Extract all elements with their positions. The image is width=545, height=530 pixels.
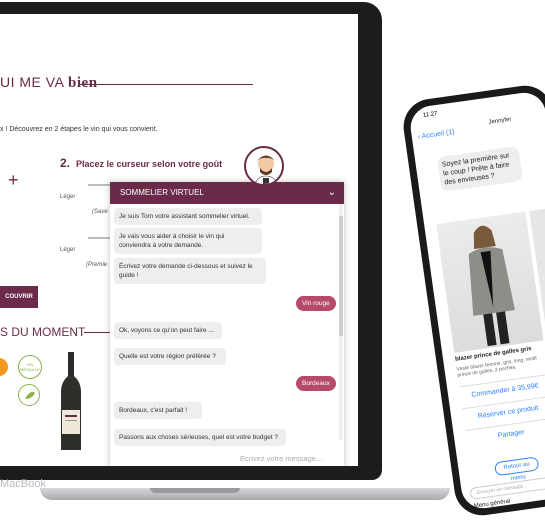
page-heading: UI ME VA bien [0, 74, 98, 91]
organic-badge-icon [18, 384, 40, 406]
chat-message-bot: Soyez la première sur le coup ! Prête à … [436, 145, 524, 193]
slider-2-label: Léger [60, 247, 76, 253]
chat-message-user: Bordeaux [296, 376, 336, 391]
product-image[interactable] [436, 211, 544, 353]
wine-bottle-image[interactable] [58, 352, 84, 452]
discover-button[interactable]: COUVRIR [0, 286, 38, 308]
sommelier-chat-widget: SOMMELIER VIRTUEL ⌄ Je suis Tom votre as… [110, 182, 344, 466]
phone-screen: 11:27 ‹ Accueil (1) Jennyfer Soyez la pr… [407, 90, 545, 512]
chat-message-bot: Écrivez votre demande ci-dessous et suiv… [114, 258, 266, 284]
chevron-down-icon[interactable]: ⌄ [328, 182, 336, 204]
laptop-screen: UI ME VA bien x ! Découvrez en 2 étapes … [0, 14, 358, 466]
contact-name: Jennyfer [488, 116, 512, 126]
intro-text: x ! Découvrez en 2 étapes le vin qui vou… [0, 126, 158, 133]
taste-slider-1[interactable] [88, 184, 110, 186]
slider-1-label: Léger [60, 194, 76, 200]
chat-message-bot: Passons aux choses sérieuses, quel est v… [114, 429, 286, 446]
chat-message-bot: Ok, voyons ce qu'on peut faire ... [114, 322, 222, 339]
main-menu-link[interactable]: Menu général [473, 499, 510, 510]
macbook-label: MacBook [0, 478, 46, 490]
heading-divider [78, 84, 253, 85]
slider-2-hint: (Premie [86, 262, 108, 268]
moment-heading: S DU MOMENT [0, 325, 86, 339]
chat-message-bot: Je suis Tom votre assistant sommelier vi… [114, 208, 262, 225]
slider-1-hint: (Save [92, 209, 108, 215]
share-button[interactable]: Partager [465, 417, 545, 444]
sommelier-avatar [244, 146, 284, 186]
order-button[interactable]: Commander à 35,99€ [459, 374, 545, 401]
reserve-button[interactable]: Réserver ce produit [462, 395, 545, 423]
phone-time: 11:27 [422, 110, 438, 119]
chat-message-input[interactable]: Ecrivez votre message... [240, 454, 322, 463]
chat-message-user: Vin rouge [296, 296, 336, 311]
laptop-hinge [150, 488, 240, 493]
back-to-menu-button[interactable]: Retour au menu [493, 456, 540, 482]
chat-scrollbar-thumb[interactable] [339, 216, 343, 336]
award-badge-icon [0, 358, 8, 376]
step-title: 2. Placez le curseur selon votre goût [60, 156, 223, 170]
laptop-base [40, 488, 450, 500]
plus-icon: + [8, 170, 19, 190]
chat-message-bot: Je vais vous aider à choisir le vin qui … [114, 228, 262, 254]
chat-message-bot: Bordeaux, c'est parfait ! [114, 402, 202, 419]
taste-slider-2[interactable] [88, 237, 110, 239]
chat-header[interactable]: SOMMELIER VIRTUEL ⌄ [110, 182, 344, 204]
chat-message-bot: Quelle est votre région préférée ? [114, 348, 226, 365]
vin-medaille-badge-icon: VIN MÉDAILLE [18, 355, 42, 379]
back-link[interactable]: ‹ Accueil (1) [417, 129, 455, 141]
iphone-frame: 11:27 ‹ Accueil (1) Jennyfer Soyez la pr… [400, 82, 545, 519]
phone-message-input[interactable]: Envoyer un message... [469, 471, 545, 500]
